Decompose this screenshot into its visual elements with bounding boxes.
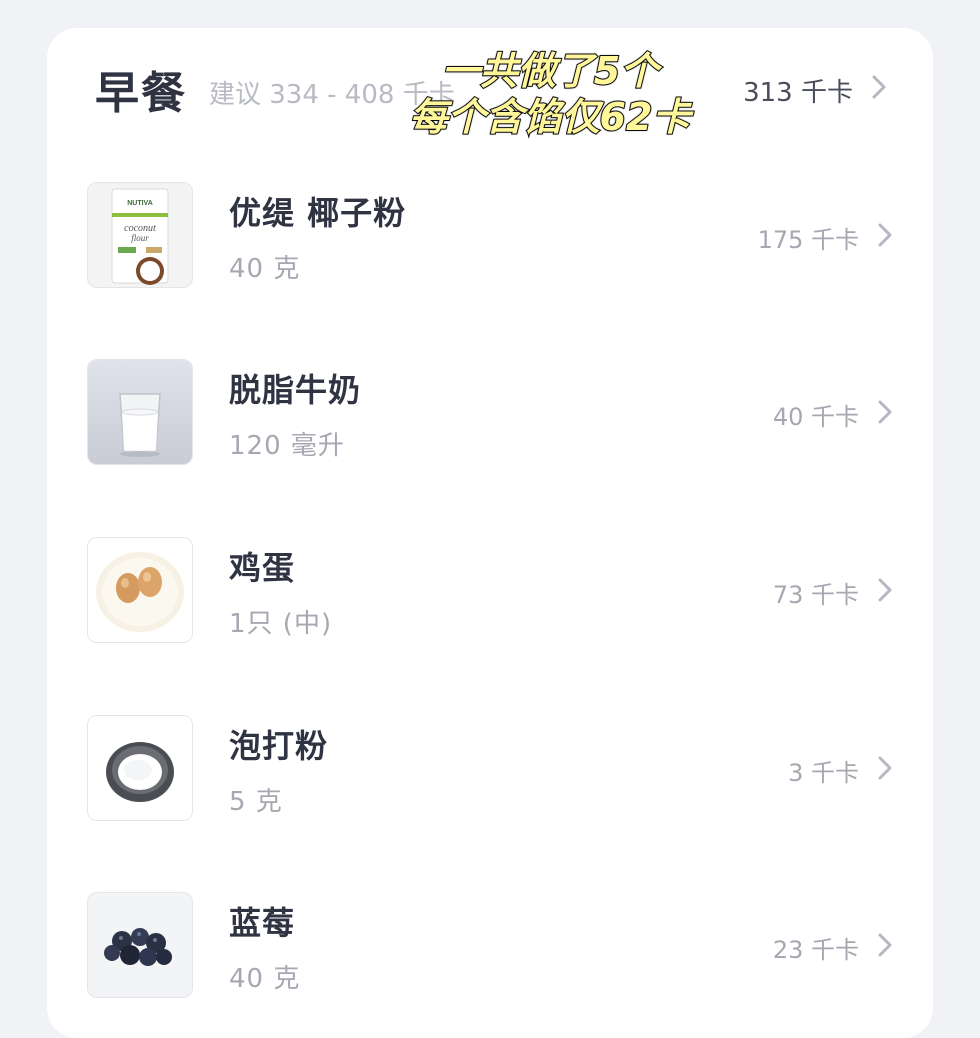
coconut-flour-bag-icon: NUTIVA coconut flour (87, 182, 193, 288)
milk-glass-icon (87, 359, 193, 465)
food-item-coconut-flour[interactable]: NUTIVA coconut flour 优缇 椰子粉 40 克 175 千卡 (47, 182, 933, 290)
food-amount: 5 克 (229, 787, 283, 817)
food-name: 脱脂牛奶 (229, 371, 362, 409)
meal-total-kcal: 313 千卡 (743, 78, 853, 108)
chevron-right-icon[interactable] (877, 755, 893, 785)
chevron-right-icon[interactable] (877, 399, 893, 429)
thumb-flour-text: flour (131, 233, 149, 243)
food-item-baking-powder[interactable]: 泡打粉 5 克 3 千卡 (47, 715, 933, 823)
food-kcal: 40 千卡 (772, 403, 859, 431)
food-name: 优缇 椰子粉 (229, 194, 407, 232)
meal-title: 早餐 (95, 68, 187, 119)
meal-suggestion: 建议 334 - 408 千卡 (209, 79, 455, 110)
chevron-right-icon[interactable] (877, 222, 893, 252)
chevron-right-icon[interactable] (877, 577, 893, 607)
food-amount: 120 毫升 (229, 431, 345, 461)
eggs-plate-icon (87, 537, 193, 643)
food-kcal: 3 千卡 (788, 759, 859, 787)
thumb-brand-text: NUTIVA (127, 200, 153, 207)
food-amount: 40 克 (229, 964, 301, 994)
chevron-right-icon[interactable] (871, 74, 887, 104)
food-item-blueberries[interactable]: 蓝莓 40 克 23 千卡 (47, 892, 933, 1000)
food-kcal: 175 千卡 (757, 226, 859, 254)
food-kcal: 73 千卡 (772, 581, 859, 609)
food-item-egg[interactable]: 鸡蛋 1只 (中) 73 千卡 (47, 537, 933, 645)
food-item-skim-milk[interactable]: 脱脂牛奶 120 毫升 40 千卡 (47, 359, 933, 467)
food-kcal: 23 千卡 (772, 936, 859, 964)
blueberries-icon (87, 892, 193, 998)
food-name: 蓝莓 (229, 904, 296, 942)
chevron-right-icon[interactable] (877, 932, 893, 962)
food-name: 泡打粉 (229, 727, 329, 765)
food-name: 鸡蛋 (229, 549, 296, 587)
baking-powder-bowl-icon (87, 715, 193, 821)
meal-card: 早餐 建议 334 - 408 千卡 313 千卡 NUTIVA coconut… (47, 28, 933, 1038)
food-amount: 1只 (中) (229, 609, 333, 639)
food-amount: 40 克 (229, 254, 301, 284)
